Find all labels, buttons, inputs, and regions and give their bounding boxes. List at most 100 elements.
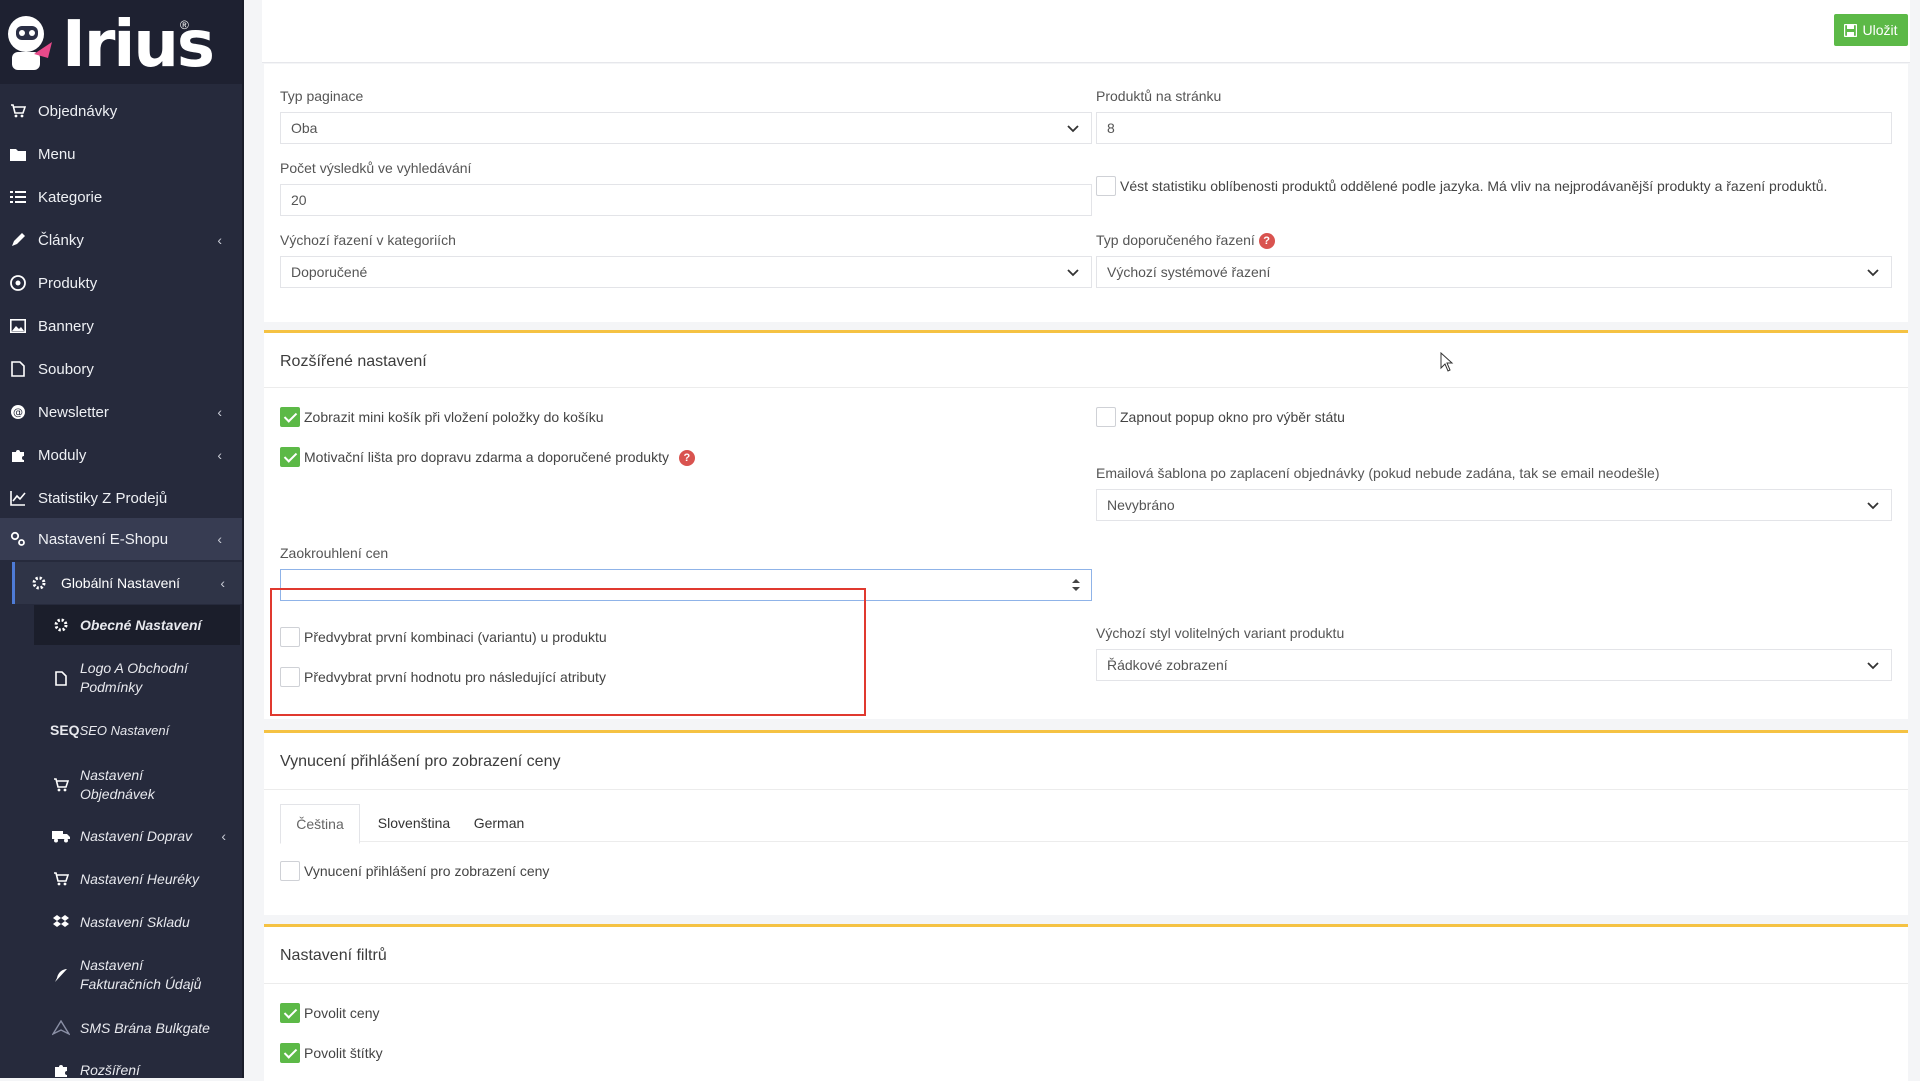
- sidebar-item-label: SMS Brána Bulkgate: [80, 1020, 210, 1036]
- sidebar-item-label: Moduly: [38, 446, 87, 464]
- help-icon[interactable]: ?: [1258, 233, 1275, 250]
- sidebar-item-banners[interactable]: Bannery: [0, 305, 242, 347]
- email-template-select[interactable]: Nevybráno: [1096, 489, 1892, 521]
- category-sort-select[interactable]: Doporučené: [280, 256, 1092, 288]
- sidebar-item-files[interactable]: Soubory: [0, 348, 242, 390]
- sidebar-item-shipping[interactable]: Nastavení Doprav ‹: [34, 818, 240, 854]
- country-popup-text: Zapnout popup okno pro výběr státu: [1120, 409, 1345, 425]
- logo[interactable]: Irius ®: [0, 0, 242, 84]
- chevron-left-icon: ‹: [221, 828, 226, 844]
- sidebar-item-label: Bannery: [38, 317, 94, 335]
- spinner-arrows-icon[interactable]: [1071, 578, 1081, 592]
- chevron-down-icon: [1867, 269, 1879, 277]
- force-login-checkbox[interactable]: [280, 861, 300, 881]
- stats-by-language-checkbox[interactable]: [1096, 176, 1116, 196]
- recommended-sort-select[interactable]: Výchozí systémové řazení: [1096, 256, 1892, 288]
- country-popup-checkbox[interactable]: [1096, 407, 1116, 427]
- svg-text:@: @: [13, 408, 23, 419]
- sidebar-item-menu[interactable]: Menu: [0, 133, 242, 175]
- sidebar-item-heureka[interactable]: Nastavení Heuréky: [34, 861, 240, 897]
- pagination-label: Typ paginace: [280, 88, 364, 104]
- sidebar-item-modules[interactable]: Moduly ‹: [0, 434, 242, 476]
- chevron-left-icon: ‹: [217, 447, 222, 463]
- force-login-text: Vynucení přihlášení pro zobrazení ceny: [304, 863, 550, 879]
- sidebar-item-categories[interactable]: Kategorie: [0, 176, 242, 218]
- save-button[interactable]: Uložit: [1834, 14, 1908, 46]
- mini-cart-checkbox[interactable]: [280, 407, 300, 427]
- puzzle-icon: [8, 445, 28, 465]
- filter-prices-checkbox[interactable]: [280, 1003, 300, 1023]
- pencil-icon: [8, 230, 28, 250]
- rounding-label: Zaokrouhlení cen: [280, 545, 389, 561]
- image-icon: [8, 316, 28, 336]
- recommended-sort-label: Typ doporučeného řazení ?: [1096, 232, 1275, 250]
- sidebar-item-warehouse[interactable]: Nastavení Skladu: [34, 904, 240, 940]
- filter-tags-checkbox[interactable]: [280, 1043, 300, 1063]
- help-icon[interactable]: ?: [678, 450, 695, 467]
- astronaut-mascot-icon: [8, 16, 52, 70]
- sidebar-item-label: Kategorie: [38, 188, 103, 206]
- sidebar-item-label: Nastavení Heuréky: [80, 871, 200, 887]
- sidebar-item-global-settings[interactable]: Globální Nastavení ‹: [12, 562, 242, 604]
- sidebar-item-seo[interactable]: SEQ SEO Nastavení: [34, 712, 240, 748]
- divider: [264, 789, 1908, 790]
- variant-style-value: Řádkové zobrazení: [1107, 657, 1228, 673]
- paperplane-icon: [50, 1020, 72, 1036]
- sidebar-item-label: Obecné Nastavení: [80, 617, 202, 633]
- mail-icon: @: [8, 402, 28, 422]
- cart-icon: [8, 101, 28, 121]
- sidebar-item-sms-gateway[interactable]: SMS Brána Bulkgate: [34, 1010, 240, 1046]
- chevron-down-icon: [1867, 502, 1879, 510]
- sidebar-item-logo-terms[interactable]: Logo A Obchodní Podmínky: [34, 655, 240, 701]
- sidebar-item-label: Statistiky Z Prodejů: [38, 489, 168, 507]
- variant-style-select[interactable]: Řádkové zobrazení: [1096, 649, 1892, 681]
- truck-icon: [50, 829, 72, 843]
- aperture-icon: [8, 273, 28, 293]
- sidebar-item-products[interactable]: Produkty: [0, 262, 242, 304]
- feather-icon: [50, 967, 72, 983]
- chevron-down-icon: [1867, 662, 1879, 670]
- settings-icon: [8, 529, 28, 549]
- sidebar-item-extensions[interactable]: Rozšíření: [34, 1052, 240, 1078]
- sidebar-item-label: Články: [38, 231, 84, 249]
- sidebar-item-label: Globální Nastavení: [61, 575, 181, 591]
- recommended-sort-label-text: Typ doporučeného řazení: [1096, 232, 1255, 248]
- tab-german[interactable]: German: [464, 804, 534, 842]
- category-sort-value: Doporučené: [291, 264, 368, 280]
- sidebar-item-label: Soubory: [38, 360, 94, 378]
- sidebar-item-label: Nastavení Fakturačních Údajů: [80, 957, 202, 992]
- motivation-bar-text: Motivační lišta pro dopravu zdarma a dop…: [304, 449, 669, 465]
- tab-slovak[interactable]: Slovenština: [368, 804, 460, 842]
- sidebar-item-eshop-settings[interactable]: Nastavení E-Shopu ‹: [0, 518, 242, 560]
- stats-by-language-text: Vést statistiku oblíbenosti produktů odd…: [1120, 178, 1828, 194]
- sidebar-item-billing[interactable]: Nastavení Fakturačních Údajů: [34, 952, 240, 998]
- floppy-icon: [1844, 23, 1858, 37]
- sidebar-item-label: Nastavení E-Shopu: [38, 530, 169, 548]
- sidebar-item-label: Logo A Obchodní Podmínky: [80, 660, 188, 695]
- sidebar-item-newsletter[interactable]: @ Newsletter ‹: [0, 391, 242, 433]
- sidebar-item-label: Objednávky: [38, 102, 118, 120]
- sidebar-item-articles[interactable]: Články ‹: [0, 219, 242, 261]
- highlight-box: [270, 588, 866, 716]
- tab-czech[interactable]: Čeština: [280, 804, 360, 844]
- login-price-panel: Vynucení přihlášení pro zobrazení ceny Č…: [264, 730, 1908, 915]
- per-page-label: Produktů na stránku: [1096, 88, 1222, 104]
- gear-icon: [31, 575, 51, 591]
- motivation-bar-checkbox[interactable]: [280, 447, 300, 467]
- mouse-cursor-icon: [1440, 352, 1454, 372]
- pagination-value: Oba: [291, 120, 318, 136]
- sidebar-item-orders[interactable]: Objednávky: [0, 90, 242, 132]
- divider: [264, 983, 1908, 984]
- sidebar-item-general-settings[interactable]: Obecné Nastavení: [34, 605, 240, 645]
- puzzle-icon: [50, 1062, 72, 1078]
- email-template-value: Nevybráno: [1107, 497, 1175, 513]
- per-page-input[interactable]: 8: [1096, 112, 1892, 144]
- file-icon: [8, 359, 28, 379]
- search-results-input[interactable]: 20: [280, 184, 1092, 216]
- filter-prices-text: Povolit ceny: [304, 1005, 380, 1021]
- sidebar-item-statistics[interactable]: Statistiky Z Prodejů: [0, 477, 242, 519]
- panel-title: Nastavení filtrů: [280, 947, 387, 964]
- sidebar-item-orders-settings[interactable]: Nastavení Objednávek: [34, 762, 240, 808]
- chevron-down-icon: [1067, 269, 1079, 277]
- pagination-select[interactable]: Oba: [280, 112, 1092, 144]
